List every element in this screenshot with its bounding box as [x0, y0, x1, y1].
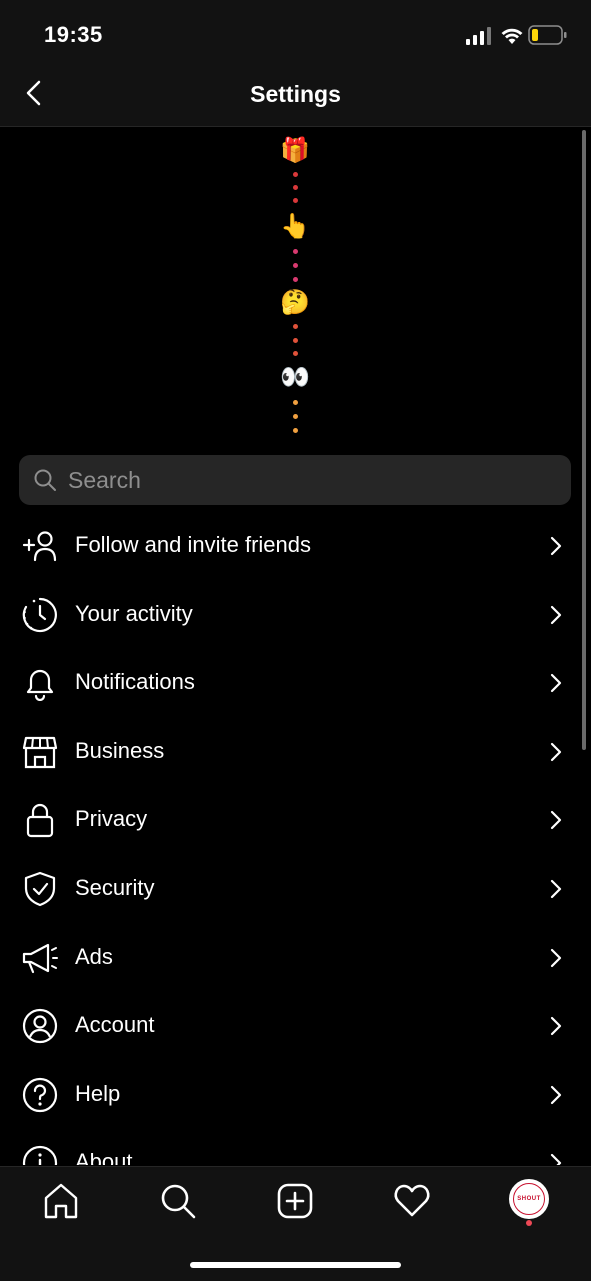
chevron-right-icon: [550, 811, 562, 830]
trail-dot: [293, 263, 298, 268]
trail-dot: [293, 400, 298, 405]
menu-label: Follow and invite friends: [75, 532, 312, 557]
cellular-signal-icon: [466, 27, 491, 45]
chevron-right-icon: [550, 536, 562, 556]
menu-label: Help: [75, 1080, 121, 1106]
profile-avatar[interactable]: SHOUT: [509, 1179, 549, 1219]
trail-dot: [293, 198, 298, 203]
chevron-right-icon: [550, 674, 562, 693]
header-bar: Settings: [0, 70, 591, 127]
chevron-right-icon: [550, 605, 562, 624]
megaphone-icon: [22, 943, 58, 973]
settings-menu: Follow and invite friends Your activity …: [0, 511, 591, 1165]
scrollbar[interactable]: [582, 130, 586, 750]
menu-item-your-activity[interactable]: Your activity: [0, 580, 591, 649]
trail-dot: [293, 249, 298, 254]
trail-dot: [293, 428, 298, 433]
new-post-icon[interactable]: [275, 1181, 315, 1221]
menu-item-account[interactable]: Account: [0, 991, 591, 1060]
chevron-right-icon: [550, 879, 562, 899]
menu-label: Business: [75, 737, 165, 763]
menu-item-security[interactable]: Security: [0, 854, 591, 923]
menu-label: Security: [75, 874, 155, 900]
search-placeholder: Search: [68, 467, 141, 493]
help-circle-icon: [22, 1077, 58, 1112]
account-circle-icon: [22, 1009, 58, 1044]
status-time: 19:35: [44, 22, 103, 47]
trail-dot: [293, 324, 298, 329]
menu-label: Ads: [75, 943, 113, 969]
trail-dot: [293, 351, 298, 356]
notification-dot: [526, 1220, 532, 1226]
heart-icon[interactable]: [392, 1181, 432, 1221]
menu-item-business[interactable]: Business: [0, 717, 591, 786]
add-person-icon: [22, 531, 57, 562]
settings-content: 🎁 👆 🤔 👀 Search Follow and invite friends…: [0, 127, 591, 1165]
bell-icon: [26, 670, 54, 702]
chevron-right-icon: [550, 1154, 562, 1165]
trail-dot: [293, 185, 298, 190]
search-icon: [34, 469, 56, 491]
menu-item-notifications[interactable]: Notifications: [0, 648, 591, 717]
trail-dot: [293, 172, 298, 177]
chevron-right-icon: [550, 1017, 562, 1036]
menu-label: About: [75, 1149, 133, 1165]
menu-item-ads[interactable]: Ads: [0, 923, 591, 992]
avatar-logo-text: SHOUT: [513, 1183, 545, 1215]
trail-dot: [293, 414, 298, 419]
emoji-trail: 🎁 👆 🤔 👀: [0, 127, 591, 447]
battery-icon: [528, 25, 567, 45]
menu-item-about[interactable]: About: [0, 1128, 591, 1165]
search-input[interactable]: Search: [19, 455, 571, 505]
menu-item-help[interactable]: Help: [0, 1060, 591, 1129]
shop-icon: [22, 736, 58, 768]
chevron-right-icon: [550, 1085, 562, 1104]
wifi-icon: [501, 28, 523, 44]
thinking-emoji: 🤔: [280, 289, 310, 316]
chevron-right-icon: [550, 948, 562, 967]
menu-item-privacy[interactable]: Privacy: [0, 785, 591, 854]
menu-label: Notifications: [75, 669, 195, 695]
menu-label: Privacy: [75, 806, 148, 832]
page-title: Settings: [250, 81, 341, 107]
search-icon[interactable]: [158, 1181, 198, 1221]
lock-icon: [26, 804, 54, 838]
status-bar: 19:35: [0, 0, 591, 70]
menu-item-follow-invite[interactable]: Follow and invite friends: [0, 511, 591, 580]
home-icon[interactable]: [41, 1181, 81, 1221]
pointing-up-emoji: 👆: [280, 213, 310, 240]
gift-emoji: 🎁: [280, 137, 310, 164]
shield-icon: [24, 871, 56, 907]
menu-label: Account: [75, 1012, 155, 1038]
activity-clock-icon: [22, 597, 57, 632]
chevron-right-icon: [550, 742, 562, 761]
info-circle-icon: [22, 1146, 58, 1165]
home-indicator[interactable]: [190, 1262, 401, 1268]
menu-label: Your activity: [75, 600, 193, 626]
trail-dot: [293, 277, 298, 282]
eyes-emoji: 👀: [280, 364, 310, 391]
trail-dot: [293, 338, 298, 343]
